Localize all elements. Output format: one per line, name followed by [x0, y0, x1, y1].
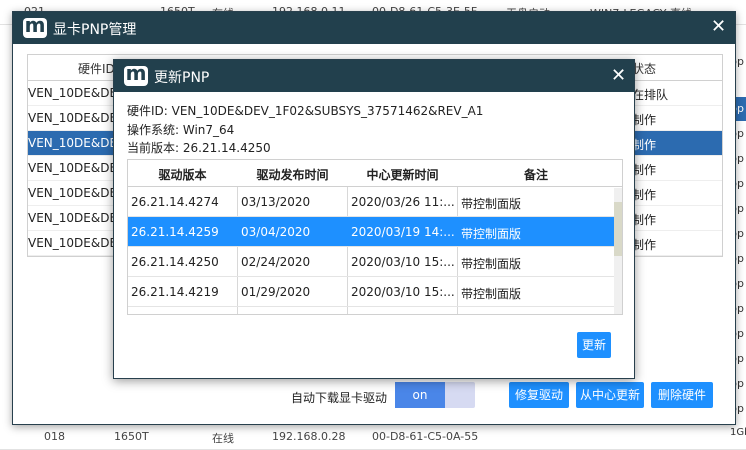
column-header[interactable]: 备注 [458, 166, 614, 183]
driver-version-table: 驱动版本 驱动发布时间 中心更新时间 备注 26.21.14.4274 03/1… [127, 159, 623, 315]
cell: 在线 [212, 432, 234, 445]
hardware-id-cell: VEN_10DE&DEV [28, 86, 126, 100]
note-cell: 带控制面版 [461, 227, 522, 241]
column-header[interactable]: 驱动发布时间 [238, 166, 347, 183]
close-icon[interactable]: ✕ [611, 67, 626, 85]
status-cell: 在排队 [632, 88, 669, 102]
center-update-cell: 2020/03/10 15:... [351, 255, 455, 269]
center-update-cell: 2020/03/26 11:... [351, 195, 455, 209]
center-update-cell: 2020/03/10 15:... [351, 285, 455, 299]
cell: 1650T [114, 430, 149, 443]
current-version-label: 当前版本: 26.21.14.4250 [127, 141, 271, 155]
hardware-id-cell: VEN_10DE&DEV [28, 136, 126, 150]
cell: 018 [44, 430, 65, 443]
table-row[interactable]: 26.21.14.4219 01/29/2020 2020/03/10 15:.… [128, 277, 622, 307]
hardware-id-cell: VEN_10DE&DEV [28, 236, 126, 250]
update-from-center-button[interactable]: 从中心更新 [576, 382, 644, 408]
cell: 00-D8-61-C5-0A-55 [372, 430, 479, 443]
hardware-id-cell: VEN_10DE&DEV [28, 186, 126, 200]
auto-download-label: 自动下载显卡驱动 [291, 391, 388, 405]
note-cell: 带控制面版 [461, 257, 522, 271]
status-cell: 制作 [632, 188, 657, 202]
app-logo-icon [124, 61, 148, 86]
release-date-cell: 03/04/2020 [241, 225, 311, 239]
column-header[interactable]: 驱动版本 [128, 166, 237, 183]
os-label: 操作系统: Win7_64 [127, 123, 235, 137]
hardware-id-cell: VEN_10DE&DEV [28, 111, 126, 125]
note-cell: 带控制面版 [461, 197, 522, 211]
delete-hardware-button[interactable]: 删除硬件 [651, 382, 713, 408]
repair-driver-button[interactable]: 修复驱动 [509, 382, 569, 408]
center-update-cell: 2020/03/19 14:... [351, 225, 455, 239]
version-cell: 26.21.14.4259 [131, 225, 219, 239]
status-cell: 制作 [632, 213, 657, 227]
title-bar[interactable]: 显卡PNP管理 ✕ [13, 12, 735, 44]
hardware-id-label: 硬件ID: VEN_10DE&DEV_1F02&SUBSYS_37571462&… [127, 104, 484, 118]
status-cell: 制作 [632, 138, 657, 152]
column-header[interactable]: 状态 [632, 60, 656, 77]
table-row[interactable]: 26.21.14.4274 03/13/2020 2020/03/26 11:.… [128, 187, 622, 217]
release-date-cell: 02/24/2020 [241, 255, 311, 269]
version-cell: 26.21.14.4250 [131, 255, 219, 269]
table-row[interactable]: 018 1650T 在线 192.168.0.28 00-D8-61-C5-0A… [0, 425, 746, 450]
column-header[interactable]: 中心更新时间 [348, 166, 457, 183]
hardware-id-cell: VEN_10DE&DEV [28, 211, 126, 225]
hardware-id-cell: VEN_10DE&DEV [28, 161, 126, 175]
update-pnp-dialog: 更新PNP ✕ 硬件ID: VEN_10DE&DEV_1F02&SUBSYS_3… [113, 59, 635, 379]
table-header: 驱动版本 驱动发布时间 中心更新时间 备注 [128, 160, 622, 187]
release-date-cell: 03/13/2020 [241, 195, 311, 209]
update-button[interactable]: 更新 [577, 332, 611, 358]
column-header[interactable]: 硬件ID [78, 60, 115, 77]
dialog-title: 更新PNP [154, 70, 210, 86]
version-cell: 26.21.14.4219 [131, 285, 219, 299]
vertical-scrollbar[interactable] [614, 188, 622, 314]
scrollbar-thumb[interactable] [614, 202, 622, 256]
table-row[interactable]: 26.21.14.4250 02/24/2020 2020/03/10 15:.… [128, 247, 622, 277]
auto-download-toggle[interactable]: on [395, 382, 475, 408]
status-cell: 制作 [632, 238, 657, 252]
close-icon[interactable]: ✕ [711, 18, 726, 36]
release-date-cell: 01/29/2020 [241, 285, 311, 299]
cell: 1Gb [730, 427, 746, 438]
cell: 192.168.0.28 [272, 430, 346, 443]
toggle-knob: on [395, 382, 445, 408]
dialog-title: 显卡PNP管理 [53, 22, 137, 38]
app-logo-icon [23, 13, 47, 38]
version-cell: 26.21.14.4274 [131, 195, 219, 209]
status-cell: 制作 [632, 113, 657, 127]
status-cell: 制作 [632, 163, 657, 177]
table-row-selected[interactable]: 26.21.14.4259 03/04/2020 2020/03/19 14:.… [128, 217, 622, 247]
note-cell: 带控制面版 [461, 287, 522, 301]
title-bar[interactable]: 更新PNP ✕ [114, 60, 634, 92]
